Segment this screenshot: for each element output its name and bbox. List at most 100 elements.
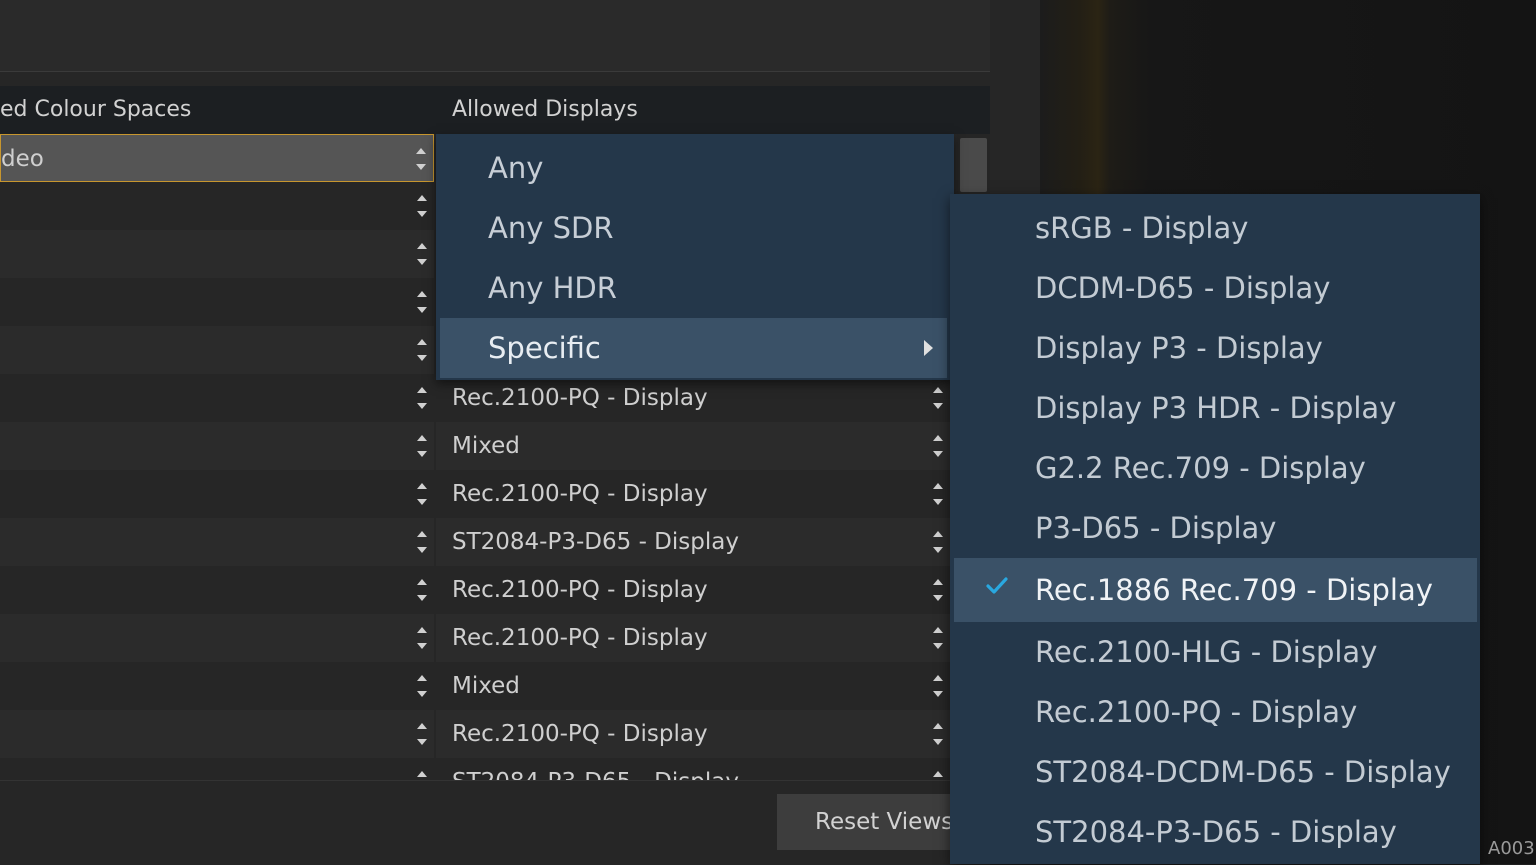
colour-space-select[interactable] <box>0 758 434 780</box>
allowed-display-value: Rec.2100-PQ - Display <box>452 385 708 411</box>
table-row: Rec.2100-PQ - Display <box>0 614 950 662</box>
allowed-display-select[interactable]: ST2084-P3-D65 - Display <box>436 758 950 780</box>
display-option-label: Rec.1886 Rec.709 - Display <box>1035 573 1433 607</box>
colour-space-select[interactable] <box>0 614 434 662</box>
display-option[interactable]: Display P3 HDR - Display <box>954 378 1477 438</box>
display-option[interactable]: DCDM-D65 - Display <box>954 258 1477 318</box>
spinner-icon <box>416 339 428 361</box>
display-option[interactable]: sRGB - Display <box>954 198 1477 258</box>
table-row: Rec.2100-PQ - Display <box>0 470 950 518</box>
table-row: Mixed <box>0 662 950 710</box>
display-option-label: G2.2 Rec.709 - Display <box>1035 451 1366 485</box>
colour-space-select[interactable]: deo <box>0 134 434 182</box>
spinner-icon <box>416 579 428 601</box>
allowed-display-value: Mixed <box>452 673 520 699</box>
allowed-display-select[interactable]: ST2084-P3-D65 - Display <box>436 518 950 566</box>
display-option[interactable]: G2.2 Rec.709 - Display <box>954 438 1477 498</box>
display-option[interactable]: Display P3 - Display <box>954 318 1477 378</box>
header-colour-spaces: ed Colour Spaces <box>0 97 192 122</box>
spinner-icon <box>416 627 428 649</box>
spinner-icon <box>416 195 428 217</box>
colour-space-value: deo <box>1 146 44 172</box>
spinner-icon <box>932 483 944 505</box>
allowed-display-select[interactable]: Rec.2100-PQ - Display <box>436 470 950 518</box>
display-option[interactable]: Rec.2100-PQ - Display <box>954 682 1477 742</box>
allowed-display-value: ST2084-P3-D65 - Display <box>452 529 739 555</box>
spinner-icon <box>416 243 428 265</box>
allowed-display-value: ST2084-P3-D65 - Display <box>452 758 739 780</box>
display-option[interactable]: P3-D65 - Display <box>954 498 1477 558</box>
allowed-display-select[interactable]: Rec.2100-PQ - Display <box>436 566 950 614</box>
display-option-label: Rec.2100-PQ - Display <box>1035 695 1358 729</box>
menu-item-label: Any SDR <box>488 211 614 245</box>
display-option[interactable]: ST2084-DCDM-D65 - Display <box>954 742 1477 802</box>
colour-space-select[interactable] <box>0 374 434 422</box>
spinner-icon <box>416 483 428 505</box>
spinner-icon <box>932 579 944 601</box>
allowed-display-value: Rec.2100-PQ - Display <box>452 481 708 507</box>
colour-space-select[interactable] <box>0 518 434 566</box>
colour-space-select[interactable] <box>0 710 434 758</box>
spinner-icon <box>416 387 428 409</box>
allowed-display-select[interactable]: Rec.2100-PQ - Display <box>436 710 950 758</box>
allowed-display-select[interactable]: Mixed <box>436 422 950 470</box>
spinner-icon <box>416 771 428 780</box>
menu-item-any-sdr[interactable]: Any SDR <box>440 198 947 258</box>
colour-space-select[interactable] <box>0 182 434 230</box>
allowed-display-select[interactable]: Rec.2100-PQ - Display <box>436 614 950 662</box>
colour-space-select[interactable] <box>0 662 434 710</box>
specific-displays-submenu: sRGB - Display DCDM-D65 - Display Displa… <box>950 194 1480 864</box>
spinner-icon <box>416 723 428 745</box>
display-option-label: P3-D65 - Display <box>1035 511 1277 545</box>
allowed-display-value: Rec.2100-PQ - Display <box>452 625 708 651</box>
colour-space-select[interactable] <box>0 422 434 470</box>
corner-label: A003 <box>1488 838 1535 859</box>
menu-item-specific[interactable]: Specific <box>440 318 947 378</box>
display-option-label: Display P3 HDR - Display <box>1035 391 1397 425</box>
allowed-display-select[interactable]: Mixed <box>436 662 950 710</box>
colour-space-select[interactable] <box>0 230 434 278</box>
allowed-display-value: Rec.2100-PQ - Display <box>452 721 708 747</box>
spinner-icon <box>416 435 428 457</box>
spinner-icon <box>932 675 944 697</box>
spinner-icon <box>416 675 428 697</box>
display-option[interactable]: Rec.2100-HLG - Display <box>954 622 1477 682</box>
display-option-label: ST2084-DCDM-D65 - Display <box>1035 755 1451 789</box>
reset-views-button[interactable]: Reset Views <box>777 794 977 850</box>
table-row: ST2084-P3-D65 - Display <box>0 758 950 780</box>
table-header: ed Colour Spaces Allowed Displays <box>0 86 990 134</box>
spinner-icon <box>416 291 428 313</box>
display-option-label: Display P3 - Display <box>1035 331 1323 365</box>
table-row: Mixed <box>0 422 950 470</box>
display-option-label: DCDM-D65 - Display <box>1035 271 1331 305</box>
header-allowed-displays: Allowed Displays <box>452 97 638 122</box>
spinner-icon <box>415 148 427 170</box>
menu-item-label: Specific <box>488 331 601 365</box>
table-row: Rec.2100-PQ - Display <box>0 710 950 758</box>
spinner-icon <box>932 387 944 409</box>
display-option[interactable]: ST2084-P3-D65 - Display <box>954 802 1477 862</box>
checkmark-icon <box>986 577 1008 594</box>
menu-item-any[interactable]: Any <box>440 138 947 198</box>
menu-item-any-hdr[interactable]: Any HDR <box>440 258 947 318</box>
allowed-displays-menu: Any Any SDR Any HDR Specific <box>436 134 954 380</box>
colour-space-select[interactable] <box>0 566 434 614</box>
menu-item-label: Any HDR <box>488 271 617 305</box>
spinner-icon <box>932 531 944 553</box>
spinner-icon <box>416 531 428 553</box>
allowed-display-value: Rec.2100-PQ - Display <box>452 577 708 603</box>
spinner-icon <box>932 435 944 457</box>
menu-item-label: Any <box>488 151 544 185</box>
display-option-checked[interactable]: Rec.1886 Rec.709 - Display <box>954 558 1477 622</box>
allowed-display-select[interactable]: Rec.2100-PQ - Display <box>436 374 950 422</box>
colour-space-select[interactable] <box>0 278 434 326</box>
chevron-right-icon <box>924 340 933 356</box>
colour-space-select[interactable] <box>0 470 434 518</box>
spinner-icon <box>932 723 944 745</box>
colour-space-select[interactable] <box>0 326 434 374</box>
scrollbar-thumb[interactable] <box>960 138 987 192</box>
top-area <box>0 0 990 72</box>
allowed-display-value: Mixed <box>452 433 520 459</box>
display-option-label: sRGB - Display <box>1035 211 1249 245</box>
display-option-label: ST2084-P3-D65 - Display <box>1035 815 1397 849</box>
